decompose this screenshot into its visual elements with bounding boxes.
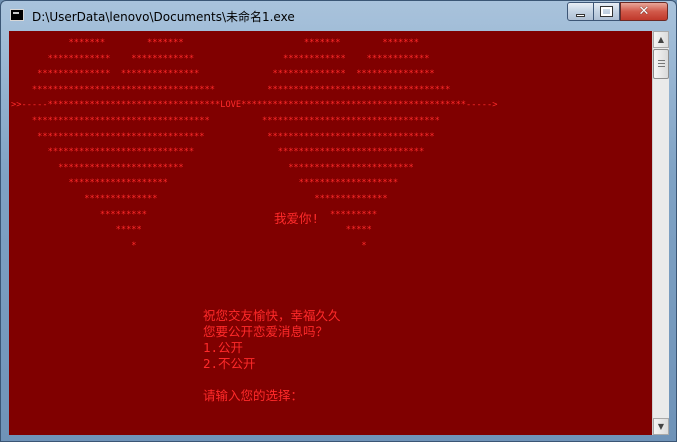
scroll-up-button[interactable]: ▲ xyxy=(653,31,669,48)
vertical-scrollbar[interactable]: ▲ ▼ xyxy=(652,31,669,435)
console-app-icon xyxy=(10,9,24,21)
option-private: 2.不公开 xyxy=(203,356,256,371)
close-button[interactable]: ✕ xyxy=(620,2,668,21)
thumb-grip-line xyxy=(658,66,665,67)
thumb-grip-line xyxy=(658,60,665,61)
minimize-button[interactable] xyxy=(567,2,594,21)
title-bar[interactable]: D:\UserData\lenovo\Documents\未命名1.exe ✕ xyxy=(1,1,676,31)
window-title: D:\UserData\lenovo\Documents\未命名1.exe xyxy=(32,10,295,24)
scroll-up-arrow-icon: ▲ xyxy=(657,35,665,44)
console-window: D:\UserData\lenovo\Documents\未命名1.exe ✕ … xyxy=(0,0,677,442)
maximize-button[interactable] xyxy=(593,2,620,21)
scroll-thumb[interactable] xyxy=(653,49,669,79)
minimize-icon xyxy=(576,14,585,17)
love-text: 我爱你! xyxy=(274,211,320,226)
input-prompt: 请输入您的选择： xyxy=(203,388,304,403)
scroll-down-arrow-icon: ▼ xyxy=(657,422,665,431)
heart-ascii-art: ******* ******* ******* ******* ********… xyxy=(11,38,498,251)
console-output[interactable]: ******* ******* ******* ******* ********… xyxy=(9,31,652,435)
maximize-icon xyxy=(600,6,613,17)
scroll-down-button[interactable]: ▼ xyxy=(653,418,669,435)
close-icon: ✕ xyxy=(638,4,650,19)
thumb-grip-line xyxy=(658,63,665,64)
